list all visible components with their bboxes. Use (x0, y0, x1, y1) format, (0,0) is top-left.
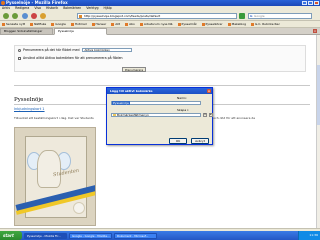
menu-tools[interactable]: Verktyg (86, 6, 98, 10)
menu-file[interactable]: Arkiv (2, 6, 10, 10)
clock: 11:36 (309, 233, 318, 237)
divider (14, 85, 310, 86)
subscribe-radio-row: Prenumerera på det här flödet med Aktiva… (18, 48, 133, 52)
menu-history[interactable]: Historik (46, 6, 58, 10)
tab-bar: Bloggen Sidoinställningar Pysselnöje × (0, 28, 320, 35)
card-image: Studenten (14, 127, 96, 226)
taskbar-item[interactable]: Google - Google - Mozilla... (69, 232, 112, 239)
name-input[interactable]: Pysselnöje (111, 101, 201, 105)
folder-label: Skapa i: (177, 108, 189, 112)
google-icon: G (250, 14, 253, 18)
tab-pysselnoje[interactable]: Pysselnöje (54, 28, 107, 35)
dialog-titlebar: Lägg till aktivt bokmärke × (107, 88, 212, 94)
add-live-bookmark-dialog: Lägg till aktivt bokmärke × Namn: Pyssel… (106, 87, 213, 145)
folder-select[interactable]: Bokmärkesfältmenyn (111, 113, 201, 117)
minimize-button[interactable] (302, 1, 307, 5)
menu-edit[interactable]: Redigera (15, 6, 29, 10)
fairy-figure (37, 150, 61, 188)
bookmark-item[interactable]: Arbetsrum nyss Nä (138, 21, 173, 27)
name-input-value: Pysselnöje (112, 101, 130, 105)
menu-help[interactable]: Hjälp (104, 6, 112, 10)
post-text-left: Tillverkat ett beställningskort i dag. D… (14, 116, 94, 120)
bookmark-item[interactable]: Allt (109, 21, 120, 27)
bookmark-icon (201, 22, 205, 26)
bookmark-item[interactable]: Makeblog (226, 21, 246, 27)
home-icon[interactable] (40, 13, 46, 19)
taskbar-item[interactable]: Pysselnöje - Mozilla Fir... (24, 232, 67, 239)
bookmark-icon (51, 22, 55, 26)
close-button[interactable] (314, 1, 319, 5)
always-use-row: Använd alltid Aktiva bokmärken för att p… (18, 56, 123, 60)
bookmark-item[interactable]: Abo (123, 21, 135, 27)
bookmark-icon (91, 22, 95, 26)
name-label: Namn: (177, 96, 187, 100)
back-icon[interactable] (3, 13, 9, 19)
bookmark-icon (2, 22, 5, 26)
taskbar: start Pysselnöje - Mozilla Fir... Google… (0, 231, 320, 240)
dialog-close-icon[interactable]: × (207, 89, 211, 93)
subscribe-button[interactable]: Prenumerera (122, 67, 146, 72)
bookmark-icon (125, 22, 129, 26)
search-input[interactable]: G Google (248, 13, 312, 19)
bookmark-item[interactable]: Pysselkörer (200, 21, 223, 27)
bookmark-icon (111, 22, 115, 26)
cancel-button[interactable]: Avbryt (191, 138, 209, 144)
forward-icon[interactable] (12, 13, 18, 19)
bookmark-icon (139, 22, 143, 26)
window-controls (302, 1, 319, 5)
folder-icon (113, 114, 116, 116)
search-placeholder: Google (254, 14, 265, 18)
subscribe-radio-label: Prenumerera på det här flödet med (23, 48, 80, 52)
subscribe-radio[interactable] (18, 48, 21, 52)
stop-icon[interactable] (31, 13, 37, 19)
bookmark-item[interactable]: Google (49, 21, 66, 27)
system-tray: 11:36 (298, 231, 320, 240)
always-use-label: Använd alltid Aktiva bokmärken för att p… (23, 56, 123, 60)
new-folder-button[interactable]: ▸ (209, 113, 213, 117)
page-scrollbar[interactable] (316, 35, 320, 228)
menu-view[interactable]: Visa (34, 6, 41, 10)
go-button[interactable] (239, 13, 245, 19)
always-use-checkbox[interactable] (18, 56, 21, 60)
maximize-button[interactable] (308, 1, 313, 5)
firefox-icon (1, 1, 5, 5)
dialog-title: Lägg till aktivt bokmärke (110, 89, 153, 93)
site-favicon-icon (79, 15, 82, 18)
window-title: Pysselnöje - Mozilla Firefox (6, 0, 68, 5)
post-subtitle-link[interactable]: Inbjudningskort 1 (14, 107, 45, 111)
menu-bookmarks[interactable]: Bokmärken (63, 6, 81, 10)
taskbar-item[interactable]: Dokument - Microsof... (114, 232, 157, 239)
subscribe-reader-select[interactable]: Aktiva bokmärken (82, 48, 133, 52)
bookmark-icon (70, 22, 74, 26)
bookmark-icon (177, 22, 181, 26)
url-text: http://pysselnoje.blogspot.com/feeds/pos… (84, 14, 161, 18)
bookmark-icon (251, 22, 254, 26)
flower (73, 202, 85, 214)
folder-expand-button[interactable]: ▾ (203, 113, 207, 117)
bookmark-item[interactable]: Senaste nytt (0, 21, 25, 27)
bookmark-icon (30, 22, 34, 26)
close-tab-icon[interactable]: × (313, 29, 317, 33)
bookmark-icon (227, 22, 231, 26)
bookmark-item[interactable]: Hotmail (69, 21, 87, 27)
folder-select-value: Bokmärkesfältmenyn (117, 113, 149, 117)
tab-blog-settings[interactable]: Bloggen Sidoinställningar (0, 28, 53, 35)
url-input[interactable]: http://pysselnoje.blogspot.com/feeds/pos… (77, 13, 237, 19)
bookmark-item[interactable]: Hanser (90, 21, 106, 27)
bookmark-item[interactable]: G.C. Rubrike Rec (249, 21, 280, 27)
reload-icon[interactable] (22, 13, 28, 19)
ok-button[interactable]: OK (169, 138, 187, 144)
start-button[interactable]: start (0, 231, 22, 240)
post-title: Pysselnöje (14, 97, 44, 103)
bookmarks-toolbar: Senaste nytt Nätfiske Google Hotmail Han… (0, 21, 320, 28)
bookmark-item[interactable]: Pysselmål (176, 21, 197, 27)
bookmark-item[interactable]: Nätfiske (28, 21, 46, 27)
navigation-toolbar: http://pysselnoje.blogspot.com/feeds/pos… (0, 11, 320, 21)
